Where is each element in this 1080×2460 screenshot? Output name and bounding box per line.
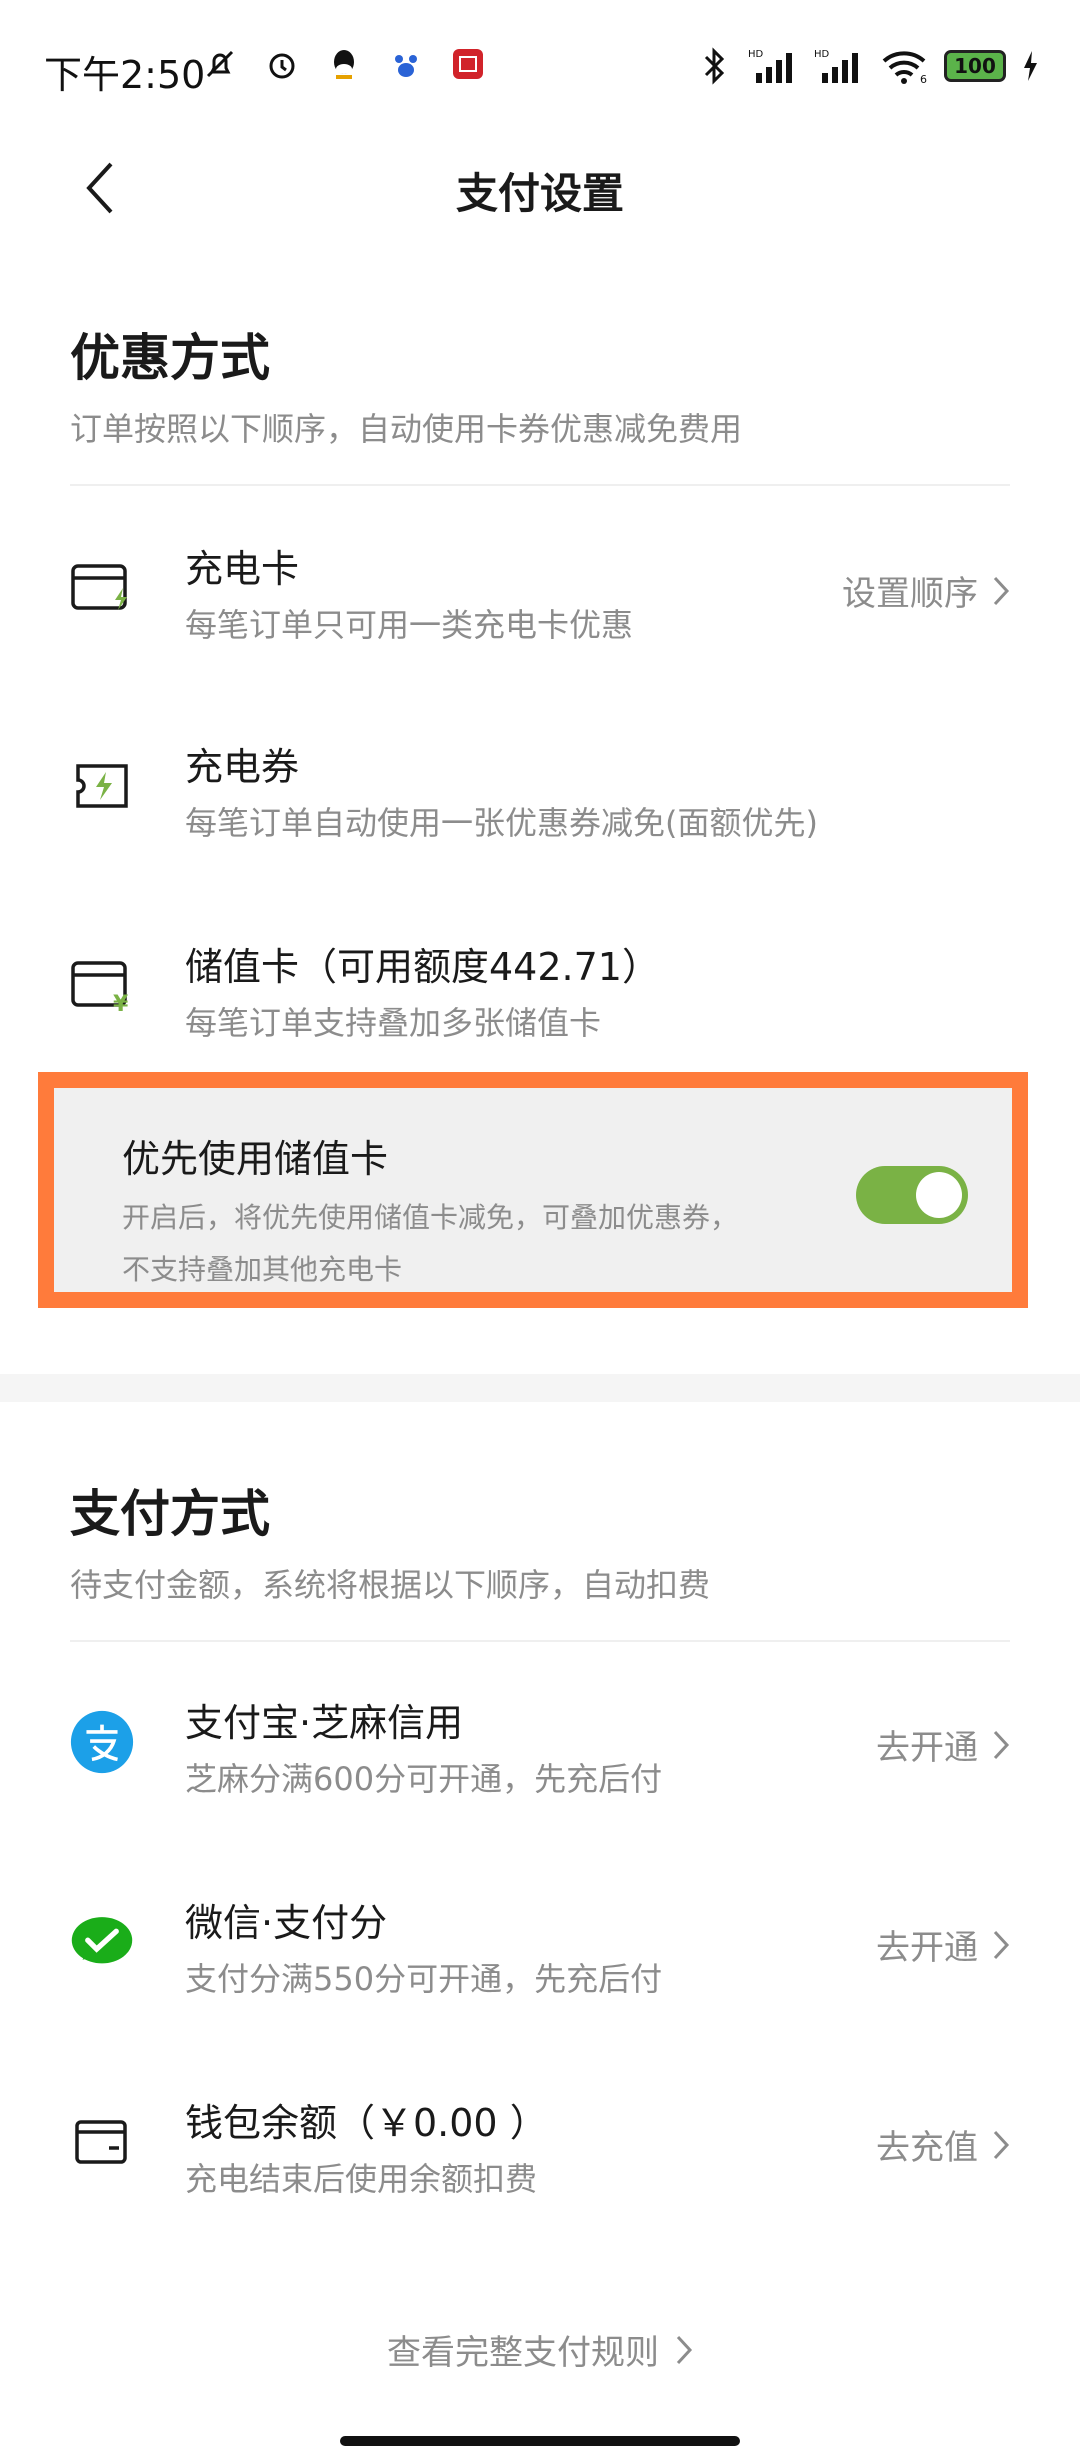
discount-section-title: 优惠方式 [70,329,270,387]
open-wechat-button[interactable]: 去开通 [876,1920,1010,1969]
discount-item-desc: 每笔订单支持叠加多张储值卡 [185,1004,602,1042]
alarm-icon [262,44,302,84]
app-notification-icon [448,44,488,84]
payment-item-desc: 芝麻分满600分可开通，先充后付 [185,1760,663,1798]
baidu-icon [386,44,426,84]
svg-text:HD: HD [748,49,764,60]
stored-value-card-icon: ¥ [70,954,134,1018]
mute-icon [200,44,240,84]
payment-item-title: 微信·支付分 [185,1901,388,1945]
payment-item-wechat[interactable]: 微信·支付分 支付分满550分可开通，先充后付 去开通 [0,1862,1080,2032]
open-label: 去开通 [876,1928,978,1968]
chevron-right-icon [993,1930,1010,1959]
discount-item-desc: 每笔订单只可用一类充电卡优惠 [185,606,634,644]
payment-section-title: 支付方式 [70,1485,270,1543]
battery-indicator: 100 [944,50,1006,82]
section-separator [0,1374,1080,1402]
chevron-right-icon [676,2335,693,2364]
payment-item-desc: 充电结束后使用余额扣费 [185,2160,538,2198]
chevron-right-icon [993,2130,1010,2159]
priority-stored-value-row: 优先使用储值卡 开启后，将优先使用储值卡减免，可叠加优惠券，不支持叠加其他充电卡 [38,1072,1028,1308]
open-alipay-button[interactable]: 去开通 [876,1720,1010,1769]
status-notification-icons [200,44,488,84]
discount-item-stored-value-card[interactable]: ¥ 储值卡（可用额度442.71） 每笔订单支持叠加多张储值卡 [0,906,1080,1076]
open-label: 去开通 [876,1728,978,1768]
status-bar: 下午2:50 HD HD 6 100 [0,0,1080,130]
wifi-icon: 6 [880,46,930,86]
footer-link-label: 查看完整支付规则 [387,2333,659,2373]
toggle-knob [916,1172,962,1218]
discount-section-subtitle: 订单按照以下顺序，自动使用卡券优惠减免费用 [70,410,743,448]
full-payment-rules-link[interactable]: 查看完整支付规则 [0,2325,1080,2374]
divider [70,1640,1010,1642]
discount-item-charge-coupon[interactable]: 充电券 每笔订单自动使用一张优惠券减免(面额优先) [0,706,1080,876]
discount-item-charge-card[interactable]: 充电卡 每笔订单只可用一类充电卡优惠 设置顺序 [0,508,1080,678]
discount-item-title: 储值卡（可用额度442.71） [185,945,660,989]
nav-bar: 支付设置 [0,130,1080,250]
chevron-right-icon [993,576,1010,605]
set-order-label: 设置顺序 [842,574,978,614]
status-time: 下午2:50 [44,53,206,97]
wechat-pay-icon [70,1910,134,1974]
payment-item-title: 支付宝·芝麻信用 [185,1701,464,1745]
svg-text:¥: ¥ [113,992,129,1013]
discount-item-title: 充电卡 [185,547,300,591]
charge-coupon-icon [70,754,134,818]
chevron-right-icon [993,1730,1010,1759]
set-order-button[interactable]: 设置顺序 [842,566,1010,615]
page-title: 支付设置 [455,169,624,218]
recharge-label: 去充值 [876,2128,978,2168]
recharge-button[interactable]: 去充值 [876,2120,1010,2169]
svg-text:6: 6 [920,73,927,85]
home-indicator[interactable] [340,2436,740,2446]
bluetooth-icon [694,46,734,86]
charging-icon [1020,46,1040,86]
payment-item-desc: 支付分满550分可开通，先充后付 [185,1960,663,1998]
qq-icon [324,44,364,84]
payment-item-alipay[interactable]: 支付宝·芝麻信用 芝麻分满600分可开通，先充后付 去开通 [0,1662,1080,1832]
priority-toggle[interactable] [856,1166,968,1224]
priority-desc: 开启后，将优先使用储值卡减免，可叠加优惠券，不支持叠加其他充电卡 [122,1201,739,1286]
status-system-icons: HD HD 6 100 [694,46,1040,86]
divider [70,484,1010,486]
discount-item-title: 充电券 [185,745,300,789]
payment-item-wallet[interactable]: 钱包余额（￥0.00 ） 充电结束后使用余额扣费 去充值 [0,2062,1080,2232]
discount-item-desc: 每笔订单自动使用一张优惠券减免(面额优先) [185,804,818,842]
payment-item-title: 钱包余额（￥0.00 ） [185,2101,548,2145]
payment-section-subtitle: 待支付金额，系统将根据以下顺序，自动扣费 [70,1566,711,1604]
cellular-signal-icon-2: HD [814,46,866,86]
priority-title: 优先使用储值卡 [122,1137,389,1181]
svg-text:HD: HD [814,49,830,60]
wallet-icon [70,2110,134,2174]
alipay-icon [70,1710,134,1774]
cellular-signal-icon: HD [748,46,800,86]
charge-card-icon [70,556,134,620]
